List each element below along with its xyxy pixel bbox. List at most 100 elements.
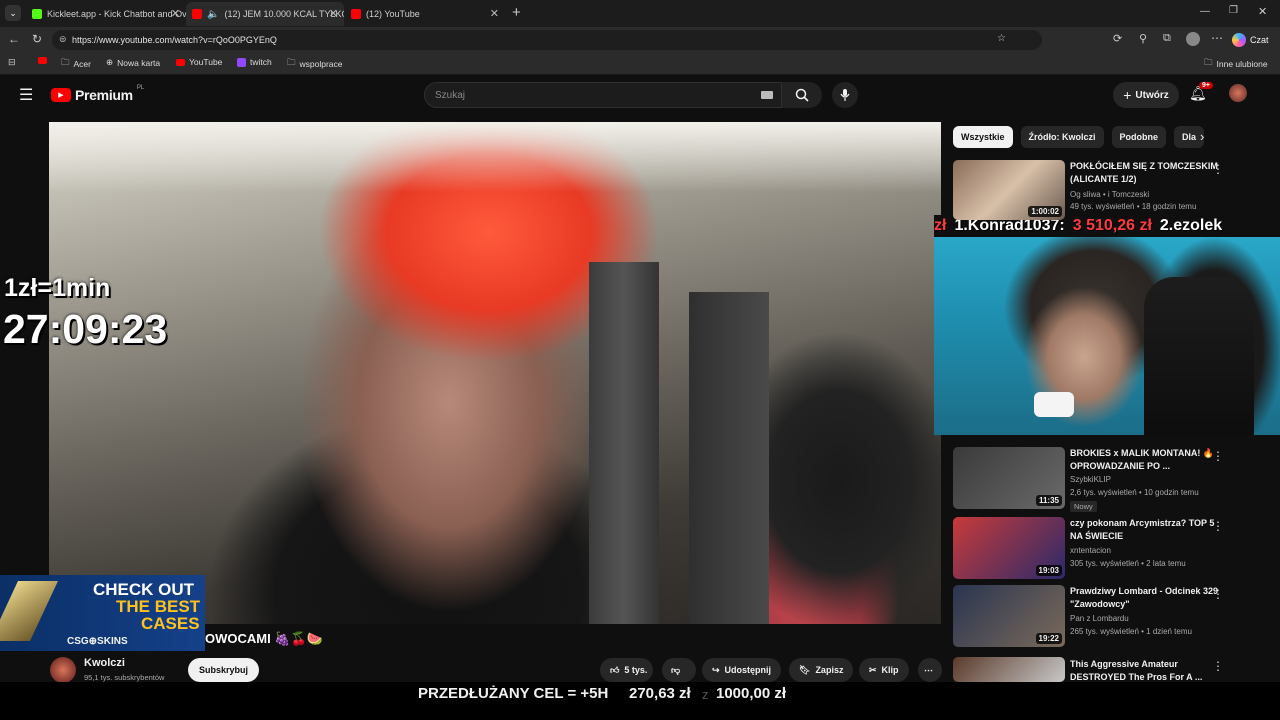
goal-label: PRZEDŁUŻANY CEL = +5H xyxy=(418,685,609,702)
keyboard-icon[interactable] xyxy=(761,91,773,99)
rec-meta: 305 tys. wyświetleń • 2 lata temu xyxy=(1070,559,1186,568)
video-thumbnail[interactable]: 19:03 xyxy=(953,517,1065,579)
recommendation-item[interactable]: 19:03 czy pokonam Arcymistrza? TOP 5 NA … xyxy=(953,517,1263,579)
tab-actions-icon[interactable]: ⊟ xyxy=(8,57,16,68)
rec-channel[interactable]: Og sliwa • i Tomczeski xyxy=(1070,190,1149,199)
reload-icon[interactable]: ↻ xyxy=(32,32,42,46)
extension-icon[interactable]: ⚲ xyxy=(1139,32,1147,45)
rec-title[interactable]: POKŁÓCIŁEM SIĘ Z TOMCZESKIM (ALICANTE 1/… xyxy=(1070,160,1220,186)
rec-title[interactable]: BROKIES x MALIK MONTANA! 🔥 OPROWADZANIE … xyxy=(1070,447,1220,473)
chip-source[interactable]: Źródło: Kwolczi xyxy=(1020,126,1104,148)
menu-dots-icon[interactable]: ⋯ xyxy=(1211,31,1223,45)
favorite-new-tab[interactable]: ⊕ Nowa karta xyxy=(106,57,160,68)
account-avatar[interactable] xyxy=(1229,84,1247,102)
search-placeholder: Szukaj xyxy=(435,89,466,101)
tab-video[interactable]: 🔈 (12) JEM 10.000 KCAL TYLKO ✕ xyxy=(186,2,344,26)
voice-search-button[interactable] xyxy=(832,82,858,108)
recommendation-item[interactable]: 11:35 BROKIES x MALIK MONTANA! 🔥 OPROWAD… xyxy=(953,447,1263,512)
rec-title[interactable]: czy pokonam Arcymistrza? TOP 5 NA ŚWIECI… xyxy=(1070,517,1220,543)
favorite-star-icon[interactable]: ☆ xyxy=(997,33,1006,44)
more-actions-button[interactable]: ⋯ xyxy=(918,658,942,682)
favorite-acer[interactable]: 🗀 Acer xyxy=(61,57,91,71)
thumbs-down-icon: 👎︎ xyxy=(671,664,681,675)
browser-tab-strip: ⌄ Kickleet.app - Kick Chatbot and Ov ✕ 🔈… xyxy=(0,0,1280,27)
search-button[interactable] xyxy=(782,82,822,108)
like-button[interactable]: 👍︎ 5 tys. xyxy=(600,658,654,682)
hamburger-menu-icon[interactable]: ☰ xyxy=(19,85,33,105)
more-options-icon[interactable]: ⋮ xyxy=(1212,519,1224,533)
logo-text: Premium xyxy=(75,87,133,103)
folder-icon: 🗀 xyxy=(61,57,70,67)
rec-meta: 2,6 tys. wyświetleń • 10 godzin temu xyxy=(1070,488,1199,497)
rec-channel[interactable]: Pan z Lombardu xyxy=(1070,614,1129,623)
favorite-label: YouTube xyxy=(189,57,223,67)
sponsor-ad[interactable]: CHECK OUT THE BEST CASES CSG⊕SKINS xyxy=(0,575,205,651)
chevron-right-icon[interactable]: › xyxy=(1200,129,1204,144)
more-options-icon[interactable]: ⋮ xyxy=(1212,449,1224,463)
search-input[interactable]: Szukaj xyxy=(424,82,782,108)
tab-kickleet[interactable]: Kickleet.app - Kick Chatbot and Ov ✕ xyxy=(26,2,186,26)
dislike-button[interactable]: 👎︎ xyxy=(662,658,696,682)
duration-badge: 19:22 xyxy=(1035,633,1062,644)
rec-channel[interactable]: xntentacion xyxy=(1070,546,1111,555)
share-icon: ↪ xyxy=(712,664,720,675)
rec-title[interactable]: Prawdziwy Lombard - Odcinek 329 "Zawodow… xyxy=(1070,585,1220,611)
favorite-wspolprace[interactable]: 🗀 wspolprace xyxy=(287,57,343,71)
copilot-button[interactable]: Czat xyxy=(1232,31,1269,49)
video-thumbnail[interactable] xyxy=(953,657,1065,682)
more-options-icon[interactable]: ⋮ xyxy=(1212,587,1224,601)
notification-badge: 9+ xyxy=(1199,82,1213,89)
favorite-twitch[interactable]: twitch xyxy=(237,57,272,67)
collections-icon[interactable]: ⧉ xyxy=(1163,32,1171,45)
recommendation-item[interactable]: This Aggressive Amateur DESTROYED The Pr… xyxy=(953,657,1263,682)
site-info-icon[interactable]: ⊜ xyxy=(59,34,67,45)
window-close-icon[interactable]: ✕ xyxy=(1258,5,1267,18)
bookmark-icon: 🔖︎ xyxy=(799,664,811,675)
youtube-logo[interactable]: ▶ Premium PL xyxy=(51,85,144,103)
url-field[interactable]: ⊜ https://www.youtube.com/watch?v=rQoO0P… xyxy=(52,30,1042,50)
tab-youtube[interactable]: (12) YouTube ✕ xyxy=(345,2,505,26)
minimize-icon[interactable]: — xyxy=(1200,6,1210,17)
channel-avatar[interactable] xyxy=(50,657,76,683)
rec-title[interactable]: This Aggressive Amateur DESTROYED The Pr… xyxy=(1070,658,1220,682)
share-button[interactable]: ↪ Udostępnij xyxy=(702,658,782,682)
video-thumbnail[interactable]: 1:00:02 xyxy=(953,160,1065,220)
close-icon[interactable]: ✕ xyxy=(329,7,338,20)
save-button[interactable]: 🔖︎ Zapisz xyxy=(789,658,854,682)
filter-chips: Wszystkie Źródło: Kwolczi Podobne Dla xyxy=(953,126,1205,148)
close-icon[interactable]: ✕ xyxy=(490,7,499,20)
chip-similar[interactable]: Podobne xyxy=(1111,126,1167,148)
speaker-icon[interactable]: 🔈 xyxy=(207,9,219,20)
recommendation-item[interactable]: 1:00:02 POKŁÓCIŁEM SIĘ Z TOMCZESKIM (ALI… xyxy=(953,160,1263,220)
video-player[interactable] xyxy=(49,122,941,624)
video-thumbnail[interactable]: 11:35 xyxy=(953,447,1065,509)
create-button[interactable]: + Utwórz xyxy=(1113,82,1179,108)
tab-list-button[interactable]: ⌄ xyxy=(5,5,21,21)
other-favorites[interactable]: 🗀 Inne ulubione xyxy=(1204,57,1268,71)
chip-all[interactable]: Wszystkie xyxy=(953,126,1013,148)
video-thumbnail[interactable]: 19:22 xyxy=(953,585,1065,647)
channel-name[interactable]: Kwolczi xyxy=(84,657,125,669)
more-options-icon[interactable]: ⋮ xyxy=(1212,162,1224,176)
back-icon[interactable]: ← xyxy=(8,32,20,46)
ad-brand: CSG⊕SKINS xyxy=(67,636,128,647)
notifications-button[interactable]: 🔔︎ 9+ xyxy=(1189,82,1213,102)
favorite-youtube[interactable] xyxy=(38,57,47,64)
rec-channel[interactable]: SzybkiKLIP xyxy=(1070,475,1111,484)
subscribe-button[interactable]: Subskrybuj xyxy=(188,658,260,682)
more-options-icon[interactable]: ⋮ xyxy=(1212,659,1224,673)
profile-avatar[interactable] xyxy=(1186,32,1200,46)
sidebar-scrollbar[interactable] xyxy=(1273,120,1279,682)
refresh-extension-icon[interactable]: ⟳ xyxy=(1113,32,1122,45)
create-label: Utwórz xyxy=(1135,89,1169,101)
restore-icon[interactable]: ❐ xyxy=(1229,5,1238,16)
new-tab-icon[interactable]: + xyxy=(512,4,521,21)
share-label: Udostępnij xyxy=(724,665,772,675)
favorite-youtube-2[interactable]: YouTube xyxy=(176,57,222,67)
close-icon[interactable]: ✕ xyxy=(171,7,180,20)
recommendation-item[interactable]: 19:22 Prawdziwy Lombard - Odcinek 329 "Z… xyxy=(953,585,1263,647)
youtube-header: ☰ ▶ Premium PL Szukaj + Utwórz 🔔︎ 9+ xyxy=(0,75,1280,115)
clip-button[interactable]: ✂ Klip xyxy=(859,658,909,682)
subscriber-count: 95,1 tys. subskrybentów xyxy=(84,673,165,682)
youtube-favicon-icon xyxy=(192,9,202,19)
